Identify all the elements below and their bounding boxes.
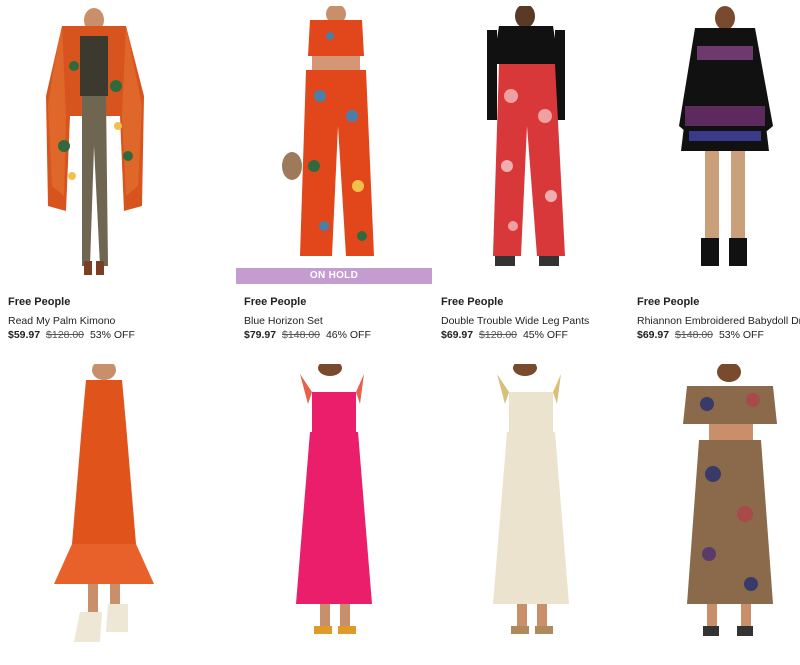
original-price: $128.00 <box>46 329 85 341</box>
product-card[interactable]: Free People Double Trouble Wide Leg Pant… <box>433 6 629 341</box>
paisley-pants-photo-icon <box>437 6 625 284</box>
product-name[interactable]: Double Trouble Wide Leg Pants <box>433 315 629 328</box>
product-image-floral-two-piece[interactable] <box>633 364 800 654</box>
product-image-babydoll-dress[interactable] <box>633 6 800 284</box>
product-name[interactable]: Rhiannon Embroidered Babydoll Dress <box>629 315 800 328</box>
product-card[interactable]: Free People Read My Palm Kimono $59.97 $… <box>0 6 196 341</box>
product-image-pink-dress[interactable] <box>240 364 428 654</box>
product-card[interactable]: Free People Rhiannon Embroidered Babydol… <box>629 6 800 341</box>
on-hold-badge: ON HOLD <box>236 268 432 284</box>
product-brand: Free People <box>244 296 307 308</box>
cream-dress-photo-icon <box>437 364 625 654</box>
original-price: $148.00 <box>282 329 321 341</box>
product-brand: Free People <box>637 296 700 308</box>
discount-label: 45% OFF <box>522 329 568 341</box>
sale-price: $79.97 <box>244 329 277 341</box>
product-grid: Free People Read My Palm Kimono $59.97 $… <box>0 0 800 665</box>
floral-set-photo-icon <box>240 6 428 284</box>
product-card[interactable] <box>629 364 800 654</box>
product-card[interactable] <box>0 364 196 654</box>
pink-dress-photo-icon <box>240 364 428 654</box>
sale-price: $69.97 <box>441 329 474 341</box>
original-price: $128.00 <box>479 329 518 341</box>
price-row: $69.97 $128.00 45% OFF <box>433 329 629 341</box>
product-name[interactable]: Blue Horizon Set <box>236 315 432 328</box>
original-price: $148.00 <box>675 329 714 341</box>
price-row: $79.97 $148.00 46% OFF <box>236 329 432 341</box>
price-row: $69.97 $148.00 53% OFF <box>629 329 800 341</box>
babydoll-dress-photo-icon <box>633 6 800 284</box>
discount-label: 46% OFF <box>325 329 371 341</box>
product-brand: Free People <box>441 296 504 308</box>
product-card[interactable]: ON HOLD Free People Blue Horizon Set $79… <box>236 6 432 341</box>
product-image-floral-set[interactable]: ON HOLD <box>236 6 432 284</box>
price-row: $59.97 $128.00 53% OFF <box>0 329 196 341</box>
sale-price: $69.97 <box>637 329 670 341</box>
sale-price: $59.97 <box>8 329 41 341</box>
orange-dress-photo-icon <box>4 364 192 654</box>
product-name[interactable]: Read My Palm Kimono <box>0 315 196 328</box>
product-card[interactable] <box>236 364 432 654</box>
product-image-kimono[interactable] <box>4 6 192 284</box>
product-image-cream-dress[interactable] <box>437 364 625 654</box>
kimono-photo-icon <box>4 6 192 284</box>
product-brand: Free People <box>8 296 71 308</box>
product-image-orange-dress[interactable] <box>4 364 192 654</box>
floral-set-photo-icon <box>633 364 800 654</box>
product-image-paisley-pants[interactable] <box>437 6 625 284</box>
discount-label: 53% OFF <box>89 329 135 341</box>
discount-label: 53% OFF <box>718 329 764 341</box>
product-card[interactable] <box>433 364 629 654</box>
